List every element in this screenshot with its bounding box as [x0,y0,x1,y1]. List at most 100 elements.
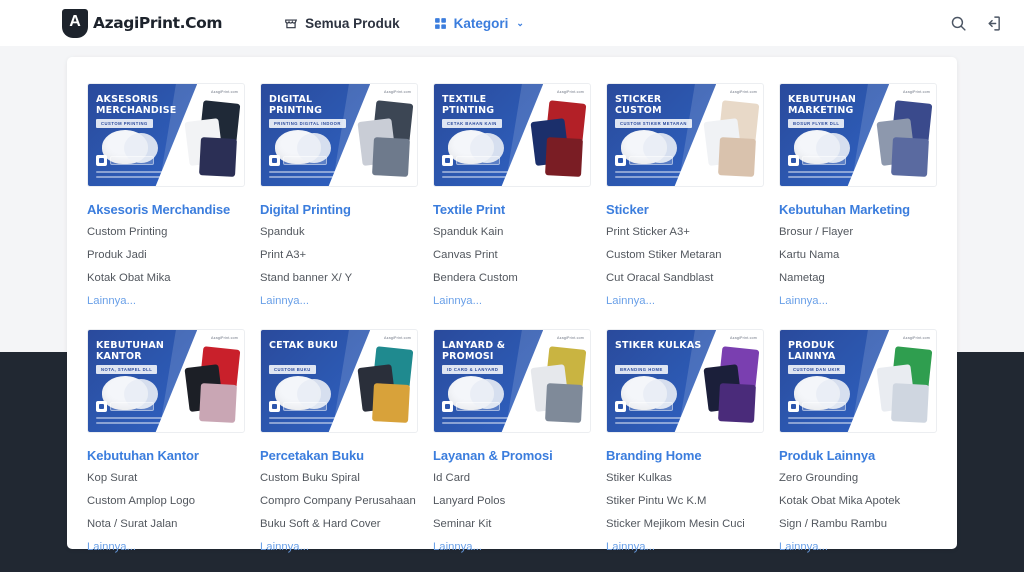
banner-cta-icon [442,401,453,412]
banner-watermark-logo: AzagiPrint.com [730,90,757,94]
banner-cta-label [802,402,846,411]
category-link[interactable]: Stiker Pintu Wc K.M [606,495,764,508]
category-link[interactable]: Stand banner X/ Y [260,272,418,285]
category-link[interactable]: Compro Company Perusahaan [260,495,418,508]
banner-subtitle: CETAK BAHAN KAIN [442,119,502,128]
category-more-link[interactable]: Lainnya... [433,295,591,308]
category-link[interactable]: Spanduk [260,226,418,239]
category-more-link[interactable]: Lainnya... [260,295,418,308]
brand-logo[interactable]: A AzagiPrint.Com [62,9,222,38]
nav-label-kategori: Kategori [454,16,509,31]
category-link[interactable]: Stiker Kulkas [606,472,764,485]
category-link[interactable]: Bendera Custom [433,272,591,285]
category-link[interactable]: Kartu Nama [779,249,937,262]
login-icon[interactable] [985,15,1002,32]
category-link[interactable]: Nametag [779,272,937,285]
banner-cta-label [283,402,327,411]
banner-cta[interactable] [615,155,673,166]
category-link[interactable]: Kotak Obat Mika [87,272,245,285]
banner-cta[interactable] [788,401,846,412]
category-title[interactable]: Aksesoris Merchandise [87,202,245,218]
category-more-link[interactable]: Lainnya... [87,295,245,308]
category-title[interactable]: Sticker [606,202,764,218]
category-banner[interactable]: TEXTILE PTINTING CETAK BAHAN KAIN AzagiP… [433,83,591,187]
category-title[interactable]: Layanan & Promosi [433,448,591,464]
banner-footnote [788,171,866,180]
banner-watermark-logo: AzagiPrint.com [730,336,757,340]
category-link[interactable]: Lanyard Polos [433,495,591,508]
category-banner[interactable]: KEBUTUHAN KANTOR NOTA, STAMPEL DLL Azagi… [87,329,245,433]
category-banner[interactable]: AKSESORIS MERCHANDISE CUSTOM PRINTING Az… [87,83,245,187]
category-more-link[interactable]: Lainnya... [433,541,591,554]
banner-watermark-logo: AzagiPrint.com [384,90,411,94]
category-links: Spanduk Kain Canvas Print Bendera Custom L… [433,226,591,308]
banner-subtitle: BOSUR FLYER DLL [788,119,844,128]
category-link[interactable]: Custom Buku Spiral [260,472,418,485]
category-link[interactable]: Zero Grounding [779,472,937,485]
category-link[interactable]: Custom Amplop Logo [87,495,245,508]
nav-item-semua-produk[interactable]: Semua Produk [284,16,400,31]
nav-label-semua-produk: Semua Produk [305,16,400,31]
banner-cta[interactable] [788,155,846,166]
category-banner[interactable]: STIKER KULKAS BRANDING HOME AzagiPrint.c… [606,329,764,433]
category-more-link[interactable]: Lainnya... [606,295,764,308]
banner-footnote [615,417,693,426]
category-link[interactable]: Seminar Kit [433,518,591,531]
banner-cta[interactable] [442,401,500,412]
category-link[interactable]: Brosur / Flayer [779,226,937,239]
category-title[interactable]: Produk Lainnya [779,448,937,464]
category-link[interactable]: Id Card [433,472,591,485]
banner-title: DIGITAL PRINTING [269,94,356,116]
banner-footnote [269,417,347,426]
category-more-link[interactable]: Lainnya... [606,541,764,554]
banner-cta-icon [442,155,453,166]
category-link[interactable]: Print A3+ [260,249,418,262]
category-link[interactable]: Print Sticker A3+ [606,226,764,239]
category-links: Spanduk Print A3+ Stand banner X/ Y Lainny… [260,226,418,308]
category-link[interactable]: Sticker Mejikom Mesin Cuci [606,518,764,531]
category-more-link[interactable]: Lainnya... [260,541,418,554]
banner-cta-icon [788,401,799,412]
category-banner[interactable]: DIGITAL PRINTING PRINTING DIGITAL INDOOR… [260,83,418,187]
banner-cta[interactable] [269,401,327,412]
category-banner[interactable]: CETAK BUKU CUSTOM BUKU AzagiPrint.com [260,329,418,433]
category-card: KEBUTUHAN KANTOR NOTA, STAMPEL DLL Azagi… [81,329,251,554]
category-link[interactable]: Buku Soft & Hard Cover [260,518,418,531]
category-link[interactable]: Custom Printing [87,226,245,239]
banner-title: LANYARD & PROMOSI [442,340,529,362]
category-link[interactable]: Kop Surat [87,472,245,485]
category-title[interactable]: Textile Print [433,202,591,218]
banner-product-photo [687,346,759,421]
category-more-link[interactable]: Lainnya... [779,541,937,554]
category-link[interactable]: Spanduk Kain [433,226,591,239]
category-more-link[interactable]: Lainnya... [779,295,937,308]
banner-cta-icon [269,401,280,412]
category-link[interactable]: Kotak Obat Mika Apotek [779,495,937,508]
category-banner[interactable]: LANYARD & PROMOSI ID CARD & LANYARD Azag… [433,329,591,433]
category-link[interactable]: Sign / Rambu Rambu [779,518,937,531]
banner-cta[interactable] [96,155,154,166]
banner-cta-icon [615,401,626,412]
category-link[interactable]: Canvas Print [433,249,591,262]
banner-cta[interactable] [442,155,500,166]
category-link[interactable]: Custom Stiker Metaran [606,249,764,262]
category-title[interactable]: Kebutuhan Kantor [87,448,245,464]
category-link[interactable]: Produk Jadi [87,249,245,262]
category-title[interactable]: Kebutuhan Marketing [779,202,937,218]
grid-icon [434,17,447,30]
nav-item-kategori[interactable]: Kategori ⌄ [434,16,524,31]
category-card: TEXTILE PTINTING CETAK BAHAN KAIN AzagiP… [427,83,597,308]
category-title[interactable]: Branding Home [606,448,764,464]
category-title[interactable]: Percetakan Buku [260,448,418,464]
search-icon[interactable] [950,15,967,32]
category-banner[interactable]: KEBUTUHAN MARKETING BOSUR FLYER DLL Azag… [779,83,937,187]
category-more-link[interactable]: Lainnya... [87,541,245,554]
category-title[interactable]: Digital Printing [260,202,418,218]
banner-cta[interactable] [615,401,673,412]
banner-cta[interactable] [96,401,154,412]
category-banner[interactable]: PRODUK LAINNYA CUSTOM DAN UKIR AzagiPrin… [779,329,937,433]
category-link[interactable]: Cut Oracal Sandblast [606,272,764,285]
category-banner[interactable]: STICKER CUSTOM CUSTOM STIKER METARAN Aza… [606,83,764,187]
banner-cta[interactable] [269,155,327,166]
category-link[interactable]: Nota / Surat Jalan [87,518,245,531]
